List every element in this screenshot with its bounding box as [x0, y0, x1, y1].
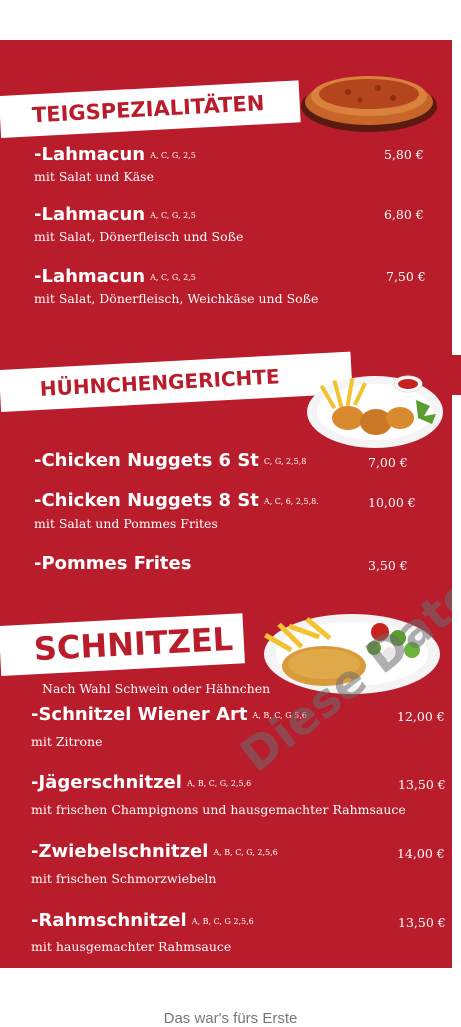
lahmacun-image	[301, 76, 437, 132]
item-description: mit Salat, Dönerfleisch und Soße	[34, 229, 244, 244]
footer-text: Das war's fürs Erste	[163, 1010, 298, 1027]
item-description: mit Salat, Dönerfleisch, Weichkäse und S…	[34, 291, 319, 306]
section-banner-huehnchengerichte: HÜHNCHENGERICHTE	[0, 351, 353, 412]
item-price: 10,00 €	[368, 495, 416, 510]
item-description: mit frischen Schmorzwiebeln	[31, 871, 217, 886]
allergen-codes: A, B, C, G, 2,5,6	[213, 847, 278, 857]
item-name: -Jägerschnitzel A, B, C, G, 2,5,6	[31, 772, 252, 793]
allergen-codes: C, G, 2,5,8	[263, 456, 307, 466]
item-name: -Rahmschnitzel A, B, C, G 2,5,6	[31, 910, 254, 931]
item-price: 5,80 €	[384, 147, 424, 162]
item-description: mit Salat und Pommes Frites	[34, 516, 218, 531]
section-note: Nach Wahl Schwein oder Hähnchen	[42, 681, 271, 696]
chicken-nuggets-image	[307, 375, 443, 448]
item-price: 12,00 €	[397, 709, 445, 724]
section-title: TEIGSPEZIALITÄTEN	[31, 91, 265, 128]
item-name: -Pommes Frites	[34, 553, 192, 574]
card-edge	[452, 355, 461, 395]
schnitzel-image	[264, 614, 440, 694]
item-description: mit Salat und Käse	[34, 169, 154, 184]
allergen-codes: A, C, G, 2,5	[150, 150, 196, 160]
section-banner-teigspezialitaeten: TEIGSPEZIALITÄTEN	[0, 80, 301, 138]
menu-card: TEIGSPEZIALITÄTEN -Lahmacun A, C, G, 2,5 …	[0, 40, 452, 968]
allergen-codes: A, B, C, G, 2,5,6	[186, 778, 252, 788]
item-description: mit Zitrone	[31, 734, 103, 749]
item-name: -Lahmacun A, C, G, 2,5	[34, 266, 196, 287]
allergen-codes: A, B, C, G 5,6	[252, 710, 307, 720]
item-name: -Chicken Nuggets 6 St C, G, 2,5,8	[34, 450, 307, 471]
item-name: -Zwiebelschnitzel A, B, C, G, 2,5,6	[31, 841, 278, 862]
item-price: 14,00 €	[397, 846, 445, 861]
item-description: mit frischen Champignons und hausgemacht…	[31, 802, 406, 817]
item-name: -Lahmacun A, C, G, 2,5	[34, 144, 196, 165]
section-title: SCHNITZEL	[32, 619, 234, 669]
allergen-codes: A, C, G, 2,5	[150, 272, 196, 282]
section-title: HÜHNCHENGERICHTE	[39, 364, 281, 401]
item-price: 7,00 €	[368, 455, 408, 470]
section-banner-schnitzel: SCHNITZEL	[0, 613, 245, 676]
item-name: -Lahmacun A, C, G, 2,5	[34, 204, 196, 225]
item-price: 6,80 €	[384, 207, 424, 222]
allergen-codes: A, B, C, G 2,5,6	[191, 916, 254, 926]
item-name: -Schnitzel Wiener Art A, B, C, G 5,6	[31, 704, 307, 725]
allergen-codes: A, C, 6, 2,5,8.	[263, 496, 319, 506]
allergen-codes: A, C, G, 2,5	[150, 210, 196, 220]
item-description: mit hausgemachter Rahmsauce	[31, 939, 232, 954]
item-name: -Chicken Nuggets 8 St A, C, 6, 2,5,8.	[34, 490, 319, 511]
item-price: 7,50 €	[386, 269, 426, 284]
item-price: 3,50 €	[368, 558, 408, 573]
item-price: 13,50 €	[398, 777, 446, 792]
item-price: 13,50 €	[398, 915, 446, 930]
